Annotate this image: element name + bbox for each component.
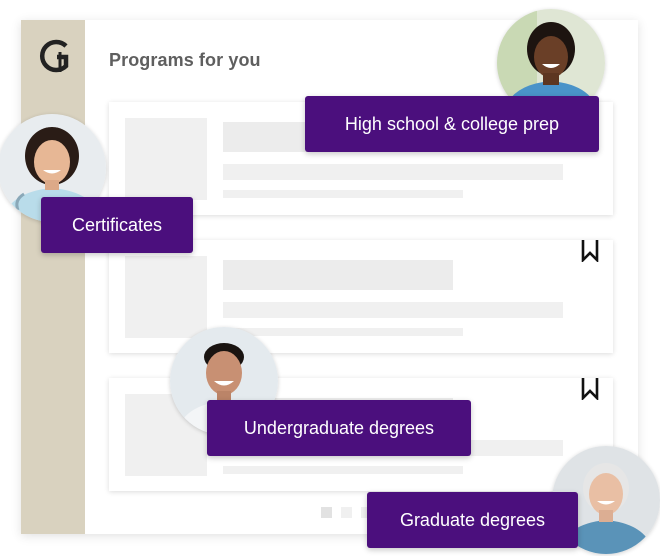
page-title: Programs for you — [109, 50, 261, 70]
placeholder-line — [223, 302, 563, 318]
tag-graduate-degrees[interactable]: Graduate degrees — [367, 492, 578, 548]
bookmark-icon[interactable] — [581, 378, 599, 400]
placeholder-line — [223, 164, 563, 180]
tag-high-school-college-prep[interactable]: High school & college prep — [305, 96, 599, 152]
placeholder-title — [223, 260, 453, 290]
bookmark-icon[interactable] — [581, 240, 599, 262]
program-card[interactable] — [109, 240, 613, 353]
tag-label: Certificates — [71, 214, 163, 235]
pagination-dot[interactable] — [321, 507, 332, 518]
tag-label: Undergraduate degrees — [243, 417, 435, 438]
tag-certificates[interactable]: Certificates — [41, 197, 193, 253]
tag-label: High school & college prep — [344, 113, 560, 134]
placeholder-line — [223, 328, 463, 336]
placeholder-line — [223, 190, 463, 198]
sidebar — [21, 20, 85, 534]
placeholder-line — [223, 466, 463, 474]
tag-undergraduate-degrees[interactable]: Undergraduate degrees — [207, 400, 471, 456]
placeholder-thumbnail — [125, 256, 207, 338]
pagination-dot[interactable] — [341, 507, 352, 518]
tag-label: Graduate degrees — [399, 509, 546, 530]
placeholder-thumbnail — [125, 118, 207, 200]
institution-logo-icon[interactable] — [36, 38, 72, 74]
